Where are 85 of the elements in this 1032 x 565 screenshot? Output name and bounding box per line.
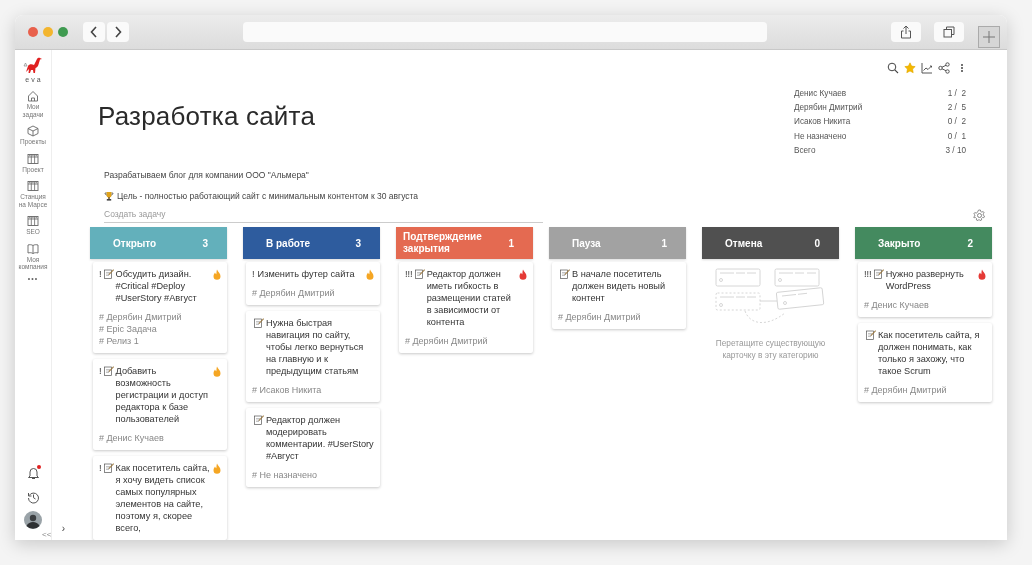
assignee-name: Всего bbox=[794, 146, 816, 156]
priority-mark: ! bbox=[99, 462, 102, 474]
dinosaur-logo bbox=[23, 56, 43, 76]
share-icon bbox=[900, 25, 912, 39]
assignee-name: Исаков Никита bbox=[794, 117, 851, 127]
priority-mark: ! bbox=[99, 268, 102, 280]
priority-mark: !!! bbox=[405, 268, 413, 280]
task-title: Нужна быстрая навигация по сайту, чтобы легко вернуться на главную и к предыдущим статьям bbox=[266, 317, 365, 377]
zoom-icon[interactable] bbox=[58, 27, 68, 37]
task-title: Обсудить дизайн. #Critical #Deploy #UserStory #Август bbox=[115, 268, 198, 304]
task-title: Как посетитель сайта, я хочу видеть список самых популярных элементов на сайте, поэтому я, скорее всего, bbox=[115, 462, 210, 534]
column-header[interactable]: Закрыто 2 bbox=[855, 227, 992, 259]
task-tag: # Денис Кучаев bbox=[864, 299, 975, 311]
star-icon[interactable] bbox=[904, 62, 916, 74]
project-title: Разработка сайта bbox=[98, 101, 317, 132]
task-card[interactable]: Как посетитель сайта, я должен понимать, как только я захожу, что такое Scrum # Дерябин Дмитрий bbox=[858, 323, 992, 402]
task-card[interactable]: Редактор должен модерировать комментарии. #UserStory #Август # Не назначено bbox=[246, 408, 380, 487]
column-header[interactable]: Отмена 0 bbox=[702, 227, 839, 259]
task-title: Изменить футер сайта bbox=[257, 268, 356, 280]
forward-icon bbox=[114, 26, 122, 38]
assignee-name: Дерябин Дмитрий bbox=[794, 103, 863, 113]
assignee-name: Денис Кучаев bbox=[794, 88, 847, 98]
task-title: Как посетитель сайта, я должен понимать, как только я захожу, что такое Scrum bbox=[878, 329, 981, 377]
share-button[interactable] bbox=[891, 22, 921, 42]
task-card[interactable]: Нужна быстрая навигация по сайту, чтобы легко вернуться на главную и к предыдущим статьям # Исаков Никита bbox=[246, 311, 380, 402]
task-title: Редактор должен модерировать комментарии. #UserStory #Август bbox=[266, 414, 374, 462]
task-tag: # Дерябин Дмитрий bbox=[99, 311, 210, 323]
task-tag: # Релиз 1 bbox=[99, 335, 210, 347]
history-icon[interactable] bbox=[26, 491, 40, 504]
book-icon bbox=[27, 242, 39, 255]
settings-icon[interactable] bbox=[973, 209, 986, 222]
task-title: Нужно развернуть WordPress bbox=[885, 268, 965, 292]
tabs-button[interactable] bbox=[934, 22, 964, 42]
task-tag: # Дерябин Дмитрий bbox=[864, 384, 986, 396]
task-count: 0 / 2 bbox=[947, 117, 966, 127]
avatar[interactable] bbox=[24, 511, 42, 529]
empty-column-hint: Перетащите существующую карточку в эту категорию bbox=[714, 337, 827, 361]
priority-mark: ! bbox=[99, 365, 102, 377]
forward-button[interactable] bbox=[107, 22, 129, 42]
search-icon[interactable] bbox=[887, 62, 899, 74]
home-icon bbox=[27, 90, 39, 102]
task-card[interactable]: ! Обсудить дизайн. #Critical #Deploy #UserStory #Август # Дерябин Дмитрий # Epic Задача # Релиз 1 bbox=[93, 262, 227, 353]
task-tag: # Исаков Никита bbox=[252, 384, 374, 396]
task-card[interactable]: ! Изменить футер сайта # Дерябин Дмитрий bbox=[246, 262, 380, 305]
task-tag: # Дерябин Дмитрий bbox=[252, 287, 363, 299]
menu-icon[interactable] bbox=[958, 62, 966, 74]
collapse-button[interactable]: << bbox=[42, 530, 52, 539]
task-card[interactable]: В начале посетитель должен видеть новый контент # Дерябин Дмитрий bbox=[552, 262, 686, 329]
task-count: 2 / 5 bbox=[947, 103, 966, 113]
task-tag: # Денис Кучаев bbox=[99, 432, 210, 444]
task-title: Добавить возможность регистрации и доступ редактора к базе пользователей bbox=[115, 365, 209, 425]
expand-button[interactable]: › bbox=[61, 523, 65, 534]
back-button[interactable] bbox=[83, 22, 105, 42]
task-tag: # Epic Задача bbox=[99, 323, 210, 335]
task-count: 1 / 2 bbox=[947, 88, 966, 98]
task-count: 3 / 10 bbox=[945, 146, 966, 156]
board-icon bbox=[27, 215, 39, 227]
task-input-field[interactable]: Создать задачу bbox=[104, 209, 543, 223]
board-icon bbox=[27, 152, 39, 165]
task-count: 0 / 1 bbox=[947, 131, 966, 141]
share-icon[interactable] bbox=[938, 62, 950, 74]
column-header[interactable]: В работе 3 bbox=[243, 227, 380, 259]
task-card[interactable]: !!! Редактор должен иметь гибкость в размещении статей в зависимости от контента # Дерябин Дмитрий bbox=[399, 262, 533, 353]
task-tag: # Дерябин Дмитрий bbox=[405, 335, 516, 347]
trophy-icon bbox=[104, 191, 114, 201]
task-tag: # Не назначено bbox=[252, 469, 374, 481]
goal-text: Цель - полностью работающий сайт с минимальным контентом к 30 августа bbox=[117, 191, 419, 201]
tabs-icon bbox=[943, 26, 955, 38]
task-card[interactable]: !!! Нужно развернуть WordPress # Денис Кучаев bbox=[858, 262, 992, 317]
cube-icon bbox=[27, 125, 39, 137]
task-title: В начале посетитель должен видеть новый контент bbox=[572, 268, 667, 304]
board-icon bbox=[27, 180, 39, 192]
address-field[interactable] bbox=[243, 22, 767, 42]
chart-icon[interactable] bbox=[921, 62, 933, 74]
task-card[interactable]: ! Как посетитель сайта, я хочу видеть список самых популярных элементов на сайте, поэтому я, скорее всего, bbox=[93, 456, 227, 540]
task-card[interactable]: ! Добавить возможность регистрации и доступ редактора к базе пользователей # Денис Кучаев bbox=[93, 359, 227, 450]
priority-mark: !!! bbox=[864, 268, 872, 280]
back-icon bbox=[90, 26, 98, 38]
task-title: Редактор должен иметь гибкость в размещении статей в зависимости от контента bbox=[426, 268, 512, 328]
priority-mark: ! bbox=[252, 268, 255, 280]
plus-icon bbox=[982, 30, 996, 44]
close-icon[interactable] bbox=[28, 27, 38, 37]
task-tag: # Дерябин Дмитрий bbox=[558, 311, 680, 323]
assignee-name: Не назначено bbox=[794, 131, 847, 141]
project-description: Разрабатываем блог для компании ООО "Альмера" bbox=[104, 170, 310, 180]
